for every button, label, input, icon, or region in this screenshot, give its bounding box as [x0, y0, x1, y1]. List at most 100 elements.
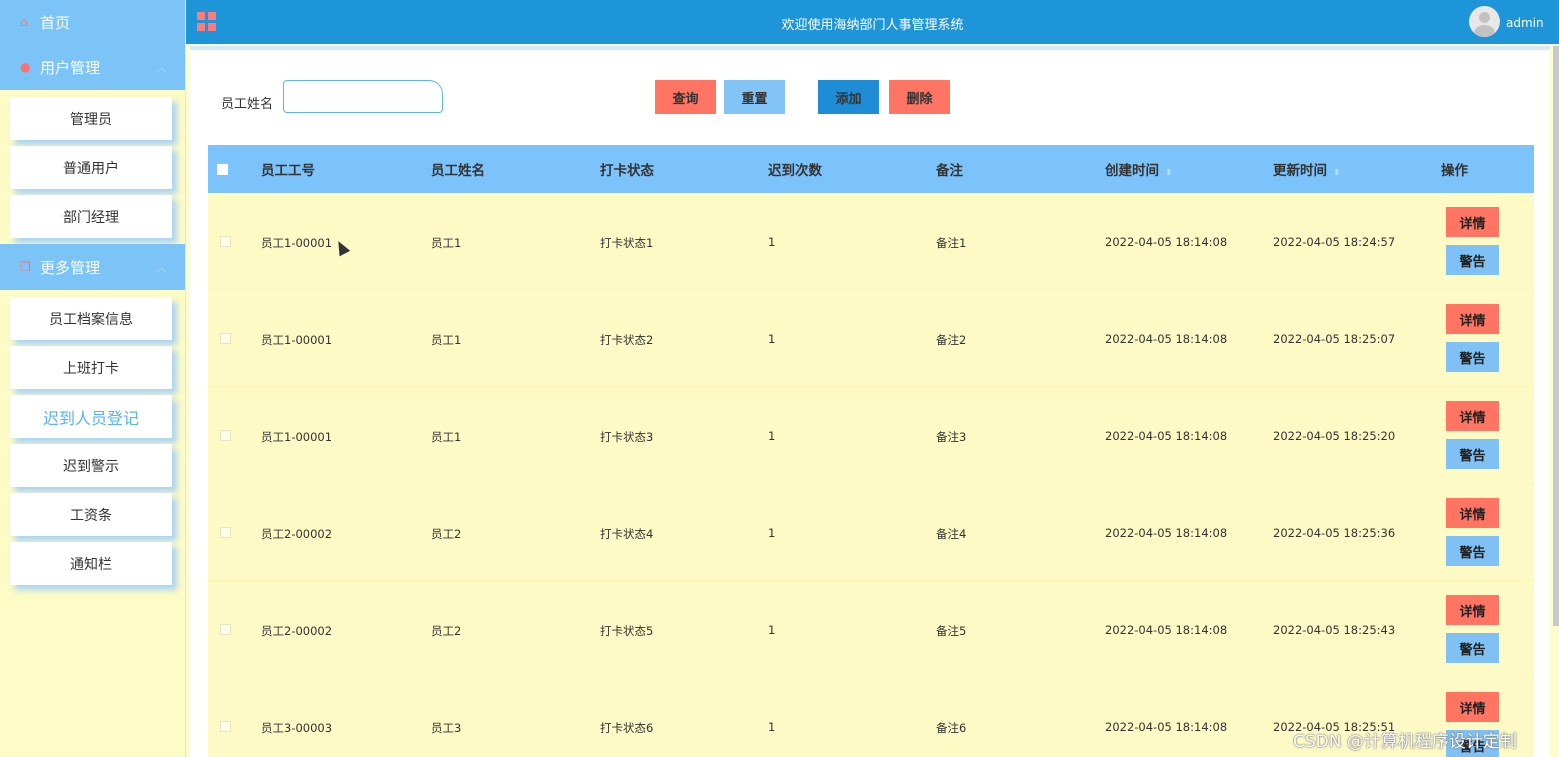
table-row: 员工2-00002 员工2 打卡状态5 1 备注5 2022-04-05 18:14:08… [208, 581, 1534, 678]
sidebar-item-notice[interactable]: 通知栏 [10, 542, 172, 585]
row-checkbox[interactable] [220, 624, 231, 635]
search-label: 员工姓名 [221, 97, 274, 112]
cell-late-count: 1 [768, 623, 776, 637]
cell-clock-status: 打卡状态1 [600, 236, 654, 250]
copy-icon: ❐ [20, 260, 31, 274]
table-header: 员工工号 员工姓名 打卡状态 迟到次数 备注 创建时间 ⬍ 更新时间 ⬍ 操作 [208, 145, 1534, 193]
employee-name-input[interactable] [283, 80, 443, 113]
sidebar-item-payslip[interactable]: 工资条 [10, 493, 172, 536]
cell-clock-status: 打卡状态6 [600, 721, 654, 735]
cell-note: 备注5 [936, 624, 967, 638]
cell-employee-id: 员工2-00002 [261, 527, 333, 541]
row-checkbox[interactable] [220, 333, 231, 344]
detail-button[interactable]: 详情 [1446, 692, 1499, 722]
warn-button[interactable]: 警告 [1446, 342, 1499, 372]
row-checkbox[interactable] [220, 721, 231, 732]
cell-updated-time: 2022-04-05 18:24:57 [1273, 235, 1396, 249]
header-created-label: 创建时间 [1105, 163, 1159, 179]
app-title: 欢迎使用海纳部门人事管理系统 [781, 18, 964, 33]
sidebar-item-normal-user[interactable]: 普通用户 [10, 146, 172, 189]
cell-clock-status: 打卡状态5 [600, 624, 654, 638]
cell-note: 备注4 [936, 527, 967, 541]
header-actions: 操作 [1441, 163, 1468, 179]
cell-note: 备注1 [936, 236, 967, 250]
sidebar-group-more-management[interactable]: ❐ 更多管理 ︿ [0, 244, 185, 290]
warn-button[interactable]: 警告 [1446, 633, 1499, 663]
cell-created-time: 2022-04-05 18:14:08 [1105, 623, 1228, 637]
cell-updated-time: 2022-04-05 18:25:43 [1273, 623, 1396, 637]
sidebar-item-late-registration[interactable]: 迟到人员登记 [10, 395, 172, 438]
header-note: 备注 [936, 163, 963, 179]
cell-created-time: 2022-04-05 18:14:08 [1105, 332, 1228, 346]
detail-button[interactable]: 详情 [1446, 401, 1499, 431]
sidebar-group-items: 员工档案信息 上班打卡 迟到人员登记 迟到警示 工资条 通知栏 [0, 290, 185, 585]
table-row: 员工2-00002 员工2 打卡状态4 1 备注4 2022-04-05 18:14:08… [208, 484, 1534, 581]
table-row: 员工1-00001 员工1 打卡状态2 1 备注2 2022-04-05 18:14:08… [208, 290, 1534, 387]
sort-icon[interactable]: ⬍ [1333, 168, 1341, 178]
sort-icon[interactable]: ⬍ [1165, 168, 1173, 178]
cell-employee-name: 员工1 [431, 236, 462, 250]
cell-employee-id: 员工1-00001 [261, 236, 333, 250]
cell-late-count: 1 [768, 429, 776, 443]
avatar[interactable] [1469, 6, 1500, 37]
sidebar-home[interactable]: ⌂ 首页 [0, 0, 185, 44]
watermark: CSDN @计算机程序设计定制 [1293, 732, 1517, 752]
header-updated-time[interactable]: 更新时间 ⬍ [1273, 159, 1341, 179]
cell-employee-id: 员工3-00003 [261, 721, 333, 735]
sidebar-group-user-management[interactable]: ● 用户管理 ︿ [0, 44, 185, 90]
warn-button[interactable]: 警告 [1446, 536, 1499, 566]
detail-button[interactable]: 详情 [1446, 207, 1499, 237]
cell-updated-time: 2022-04-05 18:25:36 [1273, 526, 1396, 540]
cell-note: 备注6 [936, 721, 967, 735]
sidebar-item-late-warning[interactable]: 迟到警示 [10, 444, 172, 487]
scrollbar[interactable] [1553, 46, 1559, 626]
detail-button[interactable]: 详情 [1446, 304, 1499, 334]
cell-updated-time: 2022-04-05 18:25:20 [1273, 429, 1396, 443]
cell-clock-status: 打卡状态4 [600, 527, 654, 541]
sidebar-group-label: 更多管理 [40, 258, 101, 277]
row-checkbox[interactable] [220, 236, 231, 247]
cell-employee-name: 员工2 [431, 527, 462, 541]
cell-employee-id: 员工1-00001 [261, 430, 333, 444]
main-panel: 员工姓名 查询 重置 添加 删除 员工工号 员工姓名 打卡状态 迟到次数 备注 … [190, 46, 1550, 757]
cell-note: 备注3 [936, 430, 967, 444]
sidebar-item-clock-in[interactable]: 上班打卡 [10, 346, 172, 389]
cell-late-count: 1 [768, 526, 776, 540]
row-checkbox[interactable] [220, 430, 231, 441]
cell-created-time: 2022-04-05 18:14:08 [1105, 720, 1228, 734]
header-updated-label: 更新时间 [1273, 163, 1327, 179]
sidebar-group-items: 管理员 普通用户 部门经理 [0, 90, 185, 238]
row-checkbox[interactable] [220, 527, 231, 538]
header-created-time[interactable]: 创建时间 ⬍ [1105, 159, 1173, 179]
reset-button[interactable]: 重置 [724, 80, 785, 114]
cell-late-count: 1 [768, 720, 776, 734]
username[interactable]: admin [1506, 16, 1544, 30]
select-all-checkbox[interactable] [217, 164, 228, 175]
cell-employee-id: 员工2-00002 [261, 624, 333, 638]
detail-button[interactable]: 详情 [1446, 498, 1499, 528]
cell-employee-id: 员工1-00001 [261, 333, 333, 347]
sidebar-item-employee-archive[interactable]: 员工档案信息 [10, 297, 172, 340]
delete-button[interactable]: 删除 [889, 80, 950, 114]
query-button[interactable]: 查询 [655, 80, 716, 114]
cell-late-count: 1 [768, 235, 776, 249]
cell-created-time: 2022-04-05 18:14:08 [1105, 429, 1228, 443]
cell-created-time: 2022-04-05 18:14:08 [1105, 526, 1228, 540]
chevron-up-icon: ︿ [156, 61, 167, 74]
sidebar-item-dept-manager[interactable]: 部门经理 [10, 195, 172, 238]
header-employee-name: 员工姓名 [431, 163, 485, 179]
detail-button[interactable]: 详情 [1446, 595, 1499, 625]
warn-button[interactable]: 警告 [1446, 245, 1499, 275]
cell-created-time: 2022-04-05 18:14:08 [1105, 235, 1228, 249]
sidebar-item-admin[interactable]: 管理员 [10, 97, 172, 140]
sidebar-group-label: 用户管理 [40, 58, 101, 77]
cell-employee-name: 员工1 [431, 430, 462, 444]
cell-note: 备注2 [936, 333, 967, 347]
add-button[interactable]: 添加 [818, 80, 879, 114]
cell-clock-status: 打卡状态3 [600, 430, 654, 444]
chevron-up-icon: ︿ [156, 261, 167, 274]
search-bar: 员工姓名 查询 重置 添加 删除 [190, 80, 1550, 120]
sidebar-home-label: 首页 [40, 13, 71, 32]
cell-employee-name: 员工1 [431, 333, 462, 347]
warn-button[interactable]: 警告 [1446, 439, 1499, 469]
